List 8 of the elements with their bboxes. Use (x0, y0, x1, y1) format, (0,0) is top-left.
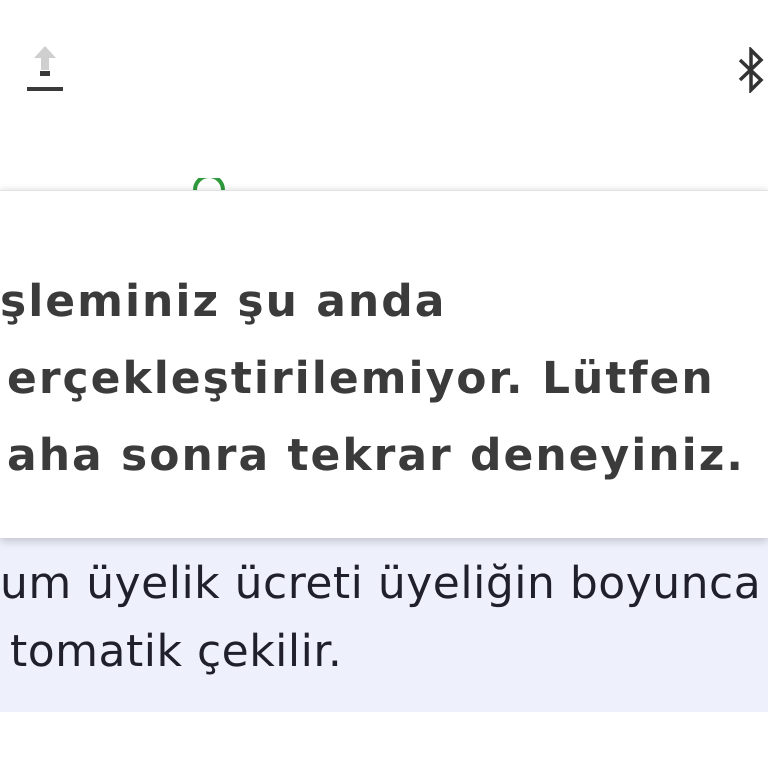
upload-icon (27, 44, 63, 92)
info-text-line: um üyelik ücreti üyeliğin boyunca (0, 558, 762, 609)
error-message-line: aha sonra tekrar deneyiniz. (7, 430, 746, 481)
info-text-line: tomatik çekilir. (10, 626, 342, 677)
error-message-line: erçekleştirilemiyor. Lütfen (7, 353, 715, 404)
ring-icon (192, 178, 226, 190)
bluetooth-icon (737, 47, 765, 93)
error-message-line: şleminiz şu anda (0, 276, 446, 327)
